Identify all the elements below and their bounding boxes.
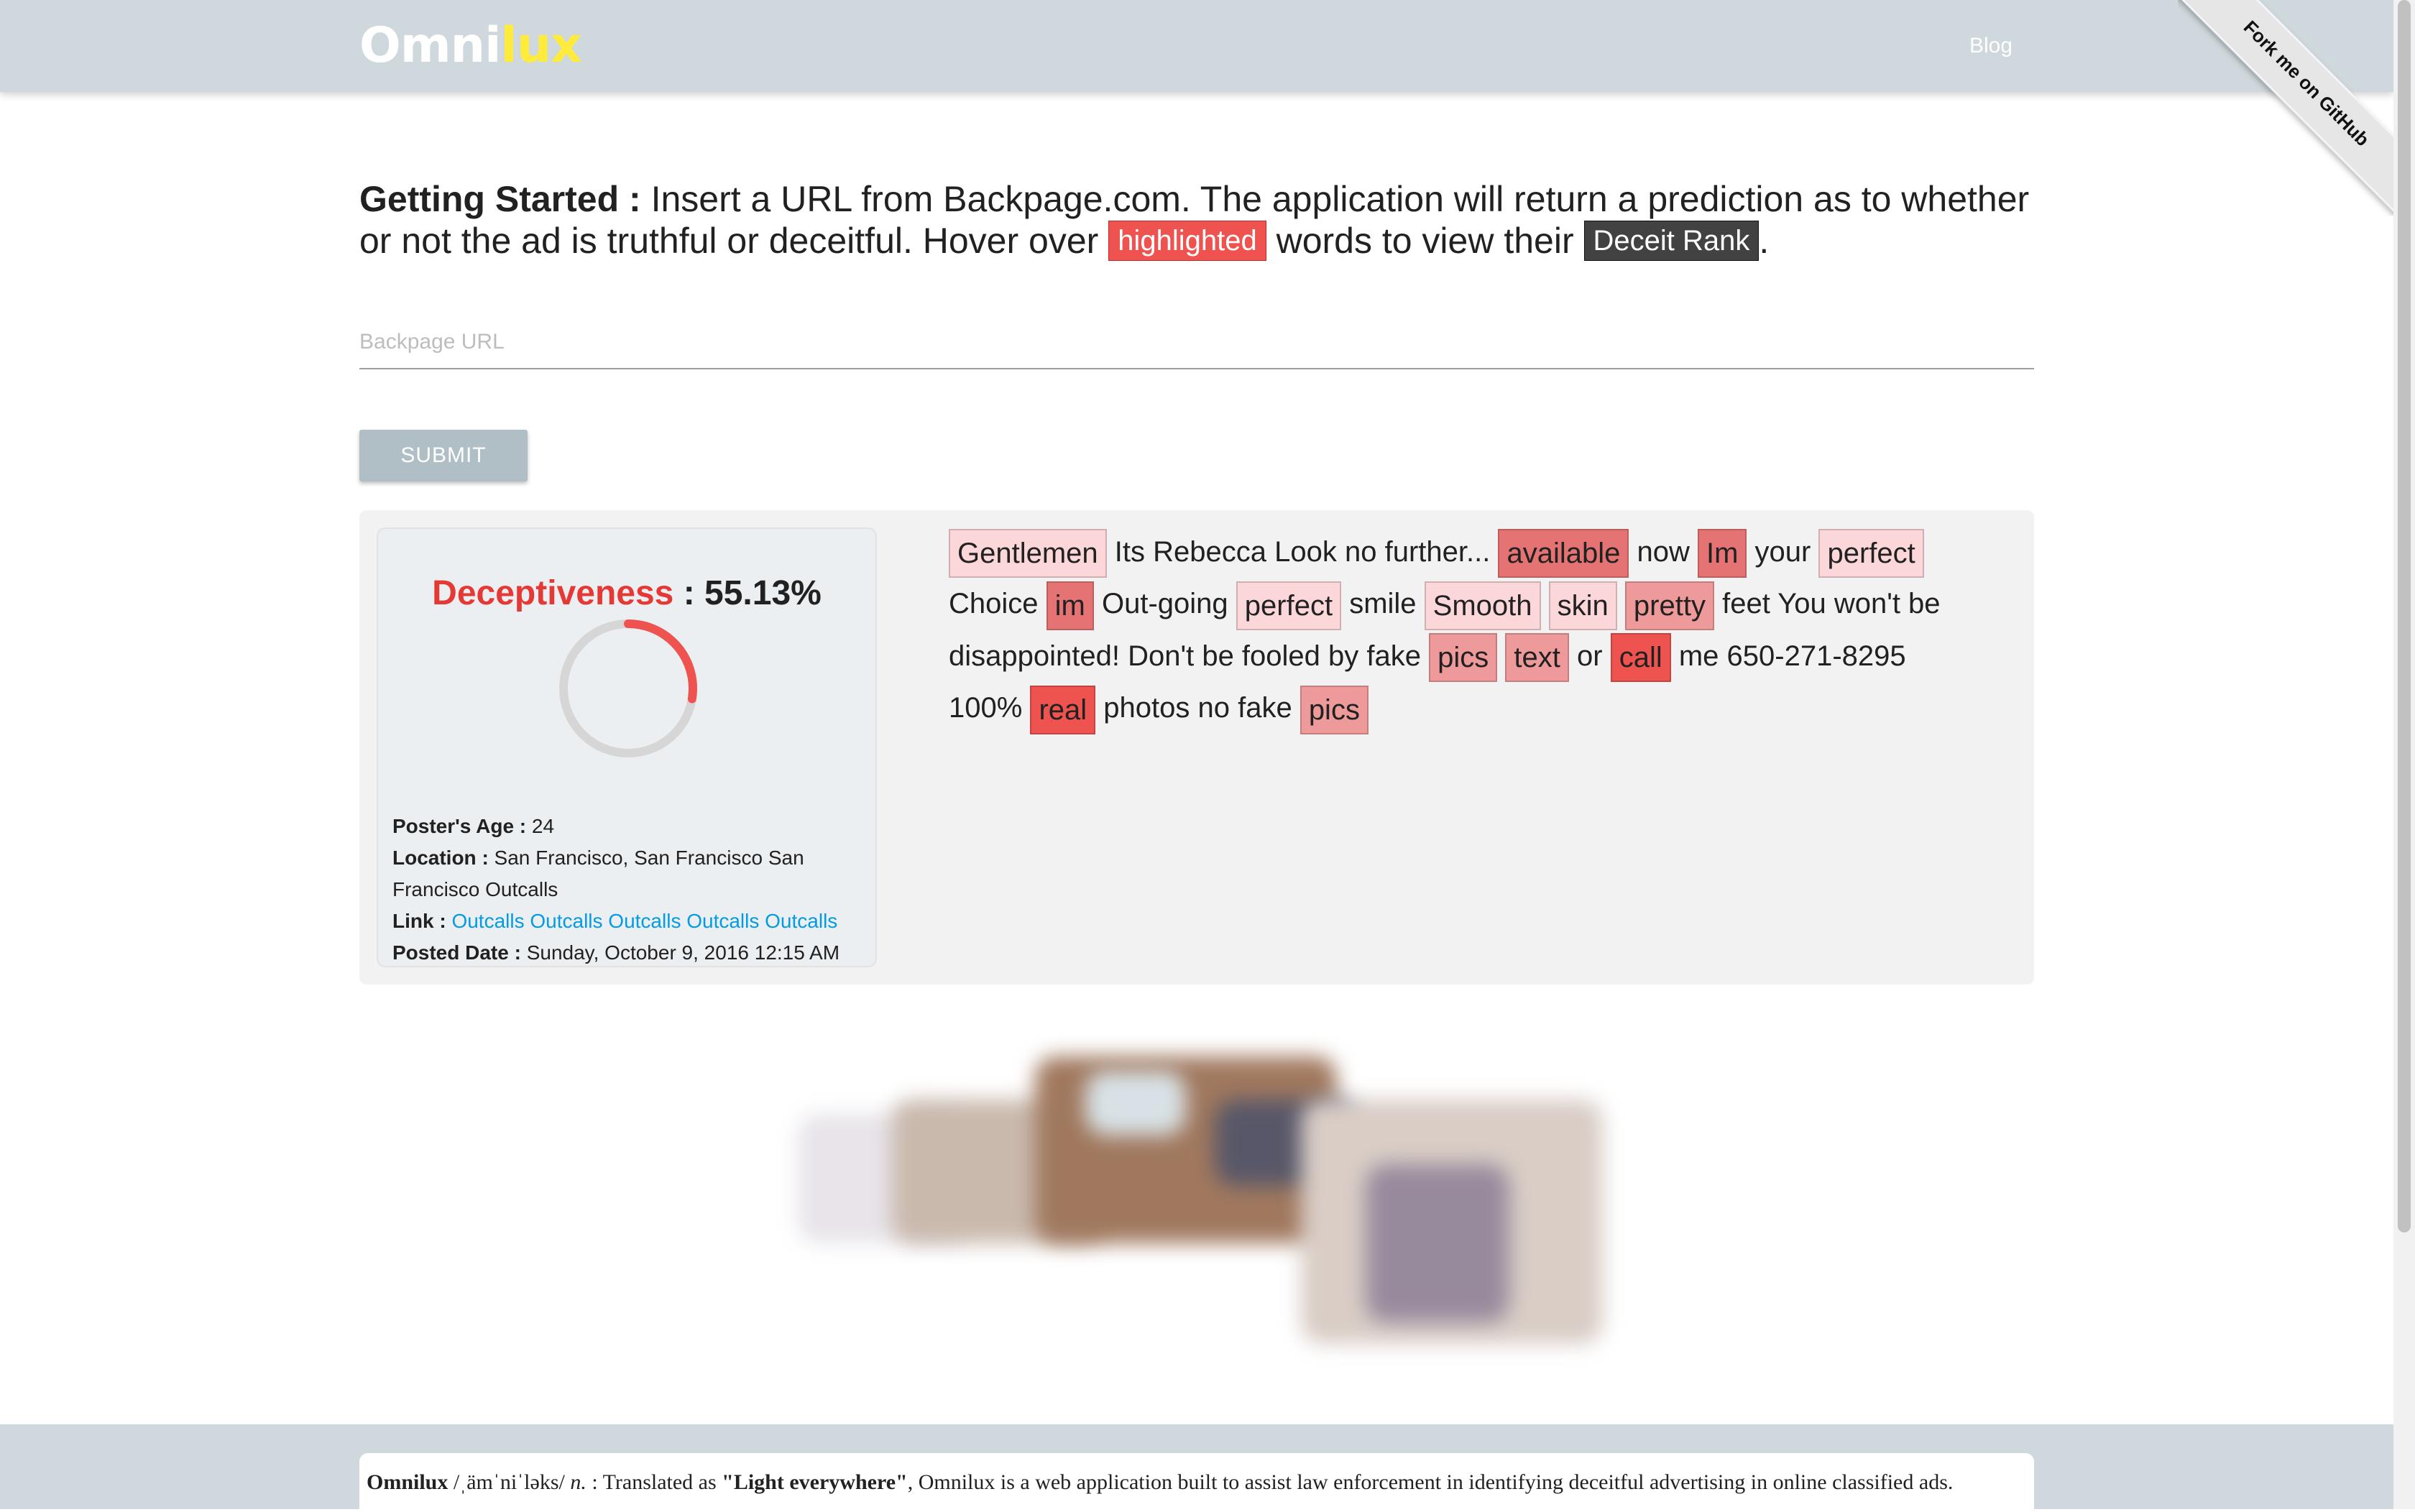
highlighted-word[interactable]: pics — [1429, 633, 1498, 683]
deceptiveness-value: 55.13% — [704, 574, 822, 612]
submit-button[interactable]: SUBMIT — [359, 430, 528, 481]
highlighted-word[interactable]: text — [1505, 633, 1569, 683]
github-ribbon-container: Fork me on GitHub — [2178, 0, 2393, 216]
photo-highlight — [1085, 1071, 1186, 1135]
ad-text-span: Its Rebecca Look no further... — [1114, 536, 1491, 568]
posted-date-row: Posted Date : Sunday, October 9, 2016 12… — [392, 937, 874, 969]
highlighted-word[interactable]: Im — [1697, 529, 1747, 578]
poster-age-value: 24 — [531, 815, 555, 837]
posted-date-label: Posted Date : — [392, 941, 521, 964]
backpage-url-input[interactable] — [359, 316, 2034, 369]
link-label: Link : — [392, 910, 446, 932]
poster-age-row: Poster's Age : 24 — [392, 811, 874, 842]
definition-mid: : Translated as — [586, 1470, 722, 1494]
highlighted-word[interactable]: perfect — [1236, 581, 1342, 630]
highlighted-word[interactable]: available — [1498, 529, 1629, 578]
highlighted-word[interactable]: pretty — [1624, 581, 1714, 630]
highlighted-word[interactable]: Smooth — [1424, 581, 1541, 630]
getting-started-intro: Getting Started : Insert a URL from Back… — [359, 178, 2041, 262]
pronunciation: /ˌämˈniˈləks/ — [448, 1470, 571, 1494]
part-of-speech: n. — [570, 1470, 586, 1494]
highlighted-example: highlighted — [1108, 220, 1266, 261]
link-row: Link : Outcalls Outcalls Outcalls Outcal… — [392, 905, 874, 937]
intro-heading: Getting Started : — [359, 179, 641, 219]
blog-link[interactable]: Blog — [1969, 30, 2012, 62]
highlighted-word[interactable]: im — [1046, 581, 1094, 630]
ad-metadata: Poster's Age : 24 Location : San Francis… — [392, 811, 874, 969]
highlighted-word[interactable]: call — [1610, 633, 1671, 683]
deceptiveness-score: Deceptiveness : 55.13% — [378, 572, 875, 615]
top-navbar: Omnilux Blog — [0, 0, 2393, 92]
ad-text-analysis: Gentlemen Its Rebecca Look no further...… — [949, 526, 1969, 734]
intro-text-3: . — [1759, 221, 1770, 261]
poster-age-label: Poster's Age : — [392, 815, 527, 837]
location-label: Location : — [392, 847, 489, 869]
score-separator: : — [673, 574, 705, 612]
intro-text-2: words to view their — [1266, 221, 1584, 261]
ad-text-span: Out-going — [1101, 588, 1228, 620]
deceit-rank-example: Deceit Rank — [1583, 220, 1760, 261]
ad-text-span: your — [1754, 536, 1811, 568]
highlighted-word[interactable]: real — [1030, 685, 1096, 734]
highlighted-word[interactable]: perfect — [1818, 529, 1924, 578]
ad-text-span: photos no fake — [1103, 692, 1292, 724]
omnilux-definition: Omnilux /ˌämˈniˈləks/ n. : Translated as… — [359, 1453, 2034, 1509]
ad-text-span: smile — [1349, 588, 1417, 620]
prediction-card: Deceptiveness : 55.13% Poster's Age : 24… — [377, 527, 877, 967]
ad-text-span: Choice — [949, 588, 1039, 620]
definition-word: Omnilux — [367, 1470, 448, 1494]
deceptiveness-label: Deceptiveness — [432, 574, 674, 612]
translation: "Light everywhere" — [722, 1470, 908, 1494]
highlighted-word[interactable]: Gentlemen — [949, 529, 1107, 578]
ad-link[interactable]: Outcalls Outcalls Outcalls Outcalls Outc… — [451, 910, 837, 932]
result-panel: Deceptiveness : 55.13% Poster's Age : 24… — [359, 510, 2034, 985]
deceptiveness-progress-ring — [559, 619, 697, 757]
photo-figure — [1366, 1164, 1509, 1322]
highlighted-word[interactable]: pics — [1300, 685, 1368, 734]
scrollbar[interactable] — [2393, 0, 2415, 1509]
blurred-ad-photos — [798, 1056, 1603, 1344]
fork-me-ribbon[interactable]: Fork me on GitHub — [2178, 0, 2393, 216]
highlighted-word[interactable]: skin — [1548, 581, 1617, 630]
ad-text-span: or — [1577, 640, 1603, 672]
posted-date-value: Sunday, October 9, 2016 12:15 AM — [526, 941, 840, 964]
definition-rest: , Omnilux is a web application built to … — [907, 1470, 1954, 1494]
omnilux-logo[interactable]: Omnilux — [359, 16, 582, 76]
location-row: Location : San Francisco, San Francisco … — [392, 842, 874, 905]
ad-text-span: now — [1637, 536, 1690, 568]
scrollbar-thumb[interactable] — [2398, 0, 2411, 1232]
